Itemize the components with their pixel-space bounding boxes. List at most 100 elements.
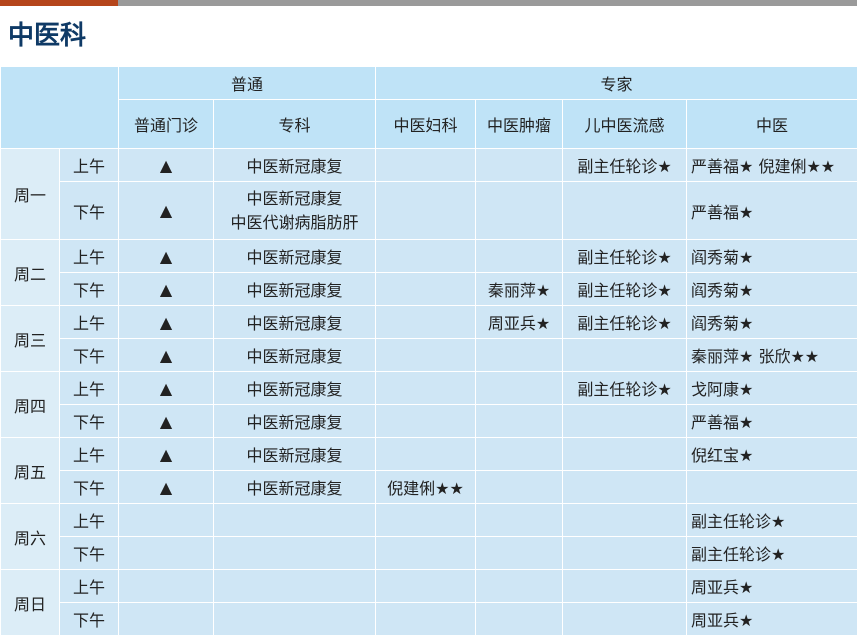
pediatric-flu-cell: 副主任轮诊★ xyxy=(562,272,688,306)
tcm-expert-cell: 倪红宝★ xyxy=(686,437,857,471)
tcm-expert-cell: 副主任轮诊★ xyxy=(686,503,857,537)
table-row: 下午 ▲ 中医新冠康复 倪建俐★★ xyxy=(1,470,857,504)
period-label: 上午 xyxy=(59,239,119,273)
general-clinic-cell: ▲ xyxy=(118,470,214,504)
pediatric-flu-cell xyxy=(562,437,688,471)
pediatric-flu-cell xyxy=(562,181,688,240)
day-label: 周六 xyxy=(0,503,60,570)
general-clinic-cell xyxy=(118,536,214,570)
gynecology-cell xyxy=(375,181,477,240)
table-row: 下午 ▲ 中医新冠康复 严善福★ xyxy=(1,404,857,438)
tcm-expert-cell: 周亚兵★ xyxy=(686,602,857,636)
specialty-cell: 中医新冠康复 中医代谢病脂肪肝 xyxy=(212,181,377,240)
column-header: 中医肿瘤 xyxy=(475,99,564,149)
gynecology-cell xyxy=(375,536,477,570)
oncology-cell: 秦丽萍★ xyxy=(475,272,564,306)
specialty-cell xyxy=(212,536,377,570)
general-clinic-cell: ▲ xyxy=(118,239,214,273)
gynecology-cell xyxy=(375,569,477,603)
specialty-cell: 中医新冠康复 xyxy=(212,305,377,339)
day-label: 周四 xyxy=(0,371,60,438)
tcm-expert-cell: 副主任轮诊★ xyxy=(686,536,857,570)
column-header: 专科 xyxy=(212,99,377,149)
gynecology-cell: 倪建俐★★ xyxy=(375,470,477,504)
table-row: 周日 上午 周亚兵★ xyxy=(0,569,857,636)
general-clinic-cell: ▲ xyxy=(118,272,214,306)
table-row: 下午 ▲ 中医新冠康复 秦丽萍★ 副主任轮诊★ 阎秀菊★ xyxy=(1,272,857,306)
pediatric-flu-cell xyxy=(562,569,688,603)
pediatric-flu-cell xyxy=(562,536,688,570)
schedule-body: 周一 上午 ▲ 中医新冠康复 副主任轮诊★ 严善福★ 倪建俐★★ 下午 ▲ 中医新冠康复 中医代… xyxy=(0,148,857,636)
table-row: 周三 上午 ▲ 中医新冠康复 周亚兵★ 副主任轮诊★ 阎秀菊★ xyxy=(0,305,857,372)
specialty-cell xyxy=(212,569,377,603)
column-header: 普通门诊 xyxy=(118,99,214,149)
gynecology-cell xyxy=(375,371,477,405)
gynecology-cell xyxy=(375,503,477,537)
period-label: 上午 xyxy=(59,569,119,603)
specialty-cell: 中医新冠康复 xyxy=(212,338,377,372)
specialty-cell: 中医新冠康复 xyxy=(212,470,377,504)
period-label: 下午 xyxy=(59,181,119,240)
gynecology-cell xyxy=(375,338,477,372)
gynecology-cell xyxy=(375,305,477,339)
general-clinic-cell: ▲ xyxy=(118,305,214,339)
pediatric-flu-cell xyxy=(562,503,688,537)
gynecology-cell xyxy=(375,239,477,273)
oncology-cell xyxy=(475,602,564,636)
day-label: 周五 xyxy=(0,437,60,504)
general-clinic-cell: ▲ xyxy=(118,437,214,471)
tcm-expert-cell: 阎秀菊★ xyxy=(686,239,857,273)
specialty-cell: 中医新冠康复 xyxy=(212,272,377,306)
gynecology-cell xyxy=(375,437,477,471)
tcm-expert-cell: 周亚兵★ xyxy=(686,569,857,603)
pediatric-flu-cell xyxy=(562,470,688,504)
table-row: 下午 副主任轮诊★ xyxy=(1,536,857,570)
table-row: 下午 周亚兵★ xyxy=(1,602,857,636)
oncology-cell xyxy=(475,437,564,471)
header-corner xyxy=(0,66,119,149)
pediatric-flu-cell: 副主任轮诊★ xyxy=(562,148,688,182)
page-title: 中医科 xyxy=(8,21,87,51)
pediatric-flu-cell: 副主任轮诊★ xyxy=(562,305,688,339)
pediatric-flu-cell xyxy=(562,404,688,438)
gynecology-cell xyxy=(375,148,477,182)
general-clinic-cell: ▲ xyxy=(118,338,214,372)
tcm-expert-cell: 严善福★ 倪建俐★★ xyxy=(686,148,857,182)
specialty-cell xyxy=(212,602,377,636)
oncology-cell xyxy=(475,569,564,603)
gynecology-cell xyxy=(375,272,477,306)
period-label: 上午 xyxy=(59,437,119,471)
period-label: 下午 xyxy=(59,602,119,636)
pediatric-flu-cell xyxy=(562,338,688,372)
period-label: 下午 xyxy=(59,272,119,306)
specialty-cell: 中医新冠康复 xyxy=(212,437,377,471)
period-label: 下午 xyxy=(59,338,119,372)
period-label: 上午 xyxy=(59,503,119,537)
general-clinic-cell xyxy=(118,503,214,537)
oncology-cell xyxy=(475,148,564,182)
tcm-expert-cell: 阎秀菊★ xyxy=(686,305,857,339)
oncology-cell xyxy=(475,371,564,405)
table-row: 周二 上午 ▲ 中医新冠康复 副主任轮诊★ 阎秀菊★ xyxy=(0,239,857,306)
table-row: 周四 上午 ▲ 中医新冠康复 副主任轮诊★ 戈阿康★ xyxy=(0,371,857,438)
general-clinic-cell xyxy=(118,602,214,636)
day-label: 周二 xyxy=(0,239,60,306)
oncology-cell xyxy=(475,536,564,570)
general-clinic-cell: ▲ xyxy=(118,371,214,405)
period-label: 上午 xyxy=(59,305,119,339)
specialty-cell: 中医新冠康复 xyxy=(212,239,377,273)
day-label: 周日 xyxy=(0,569,60,636)
specialty-cell: 中医新冠康复 xyxy=(212,148,377,182)
table-row: 周一 上午 ▲ 中医新冠康复 副主任轮诊★ 严善福★ 倪建俐★★ xyxy=(0,148,857,240)
day-label: 周一 xyxy=(0,148,60,240)
tcm-expert-cell: 阎秀菊★ xyxy=(686,272,857,306)
accent-stripe xyxy=(0,0,118,6)
general-clinic-cell: ▲ xyxy=(118,148,214,182)
general-clinic-cell: ▲ xyxy=(118,181,214,240)
table-row: 下午 ▲ 中医新冠康复 秦丽萍★ 张欣★★ xyxy=(1,338,857,372)
tcm-expert-cell: 秦丽萍★ 张欣★★ xyxy=(686,338,857,372)
column-header: 中医 xyxy=(686,99,857,149)
gynecology-cell xyxy=(375,602,477,636)
oncology-cell: 周亚兵★ xyxy=(475,305,564,339)
tcm-expert-cell: 戈阿康★ xyxy=(686,371,857,405)
